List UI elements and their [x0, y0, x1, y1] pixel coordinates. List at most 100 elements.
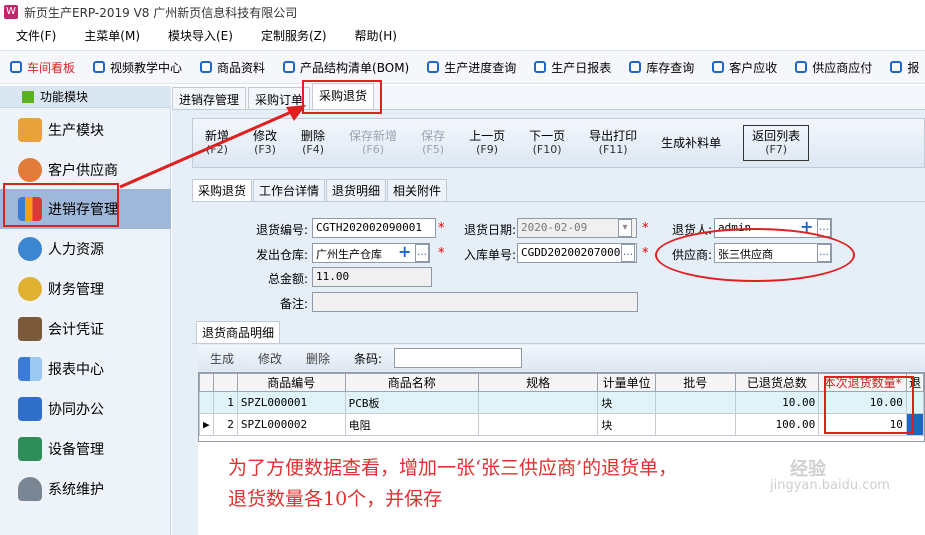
barcode-input[interactable] — [394, 348, 523, 368]
warehouse-label: 发出仓库: — [255, 248, 308, 262]
cell-spec[interactable] — [477, 413, 599, 436]
col-partial: 退 — [905, 373, 925, 392]
sidebar-item-equipment[interactable]: 设备管理 — [0, 429, 171, 469]
sidebar-item-finance[interactable]: 财务管理 — [0, 269, 171, 309]
col-no — [212, 373, 238, 392]
menu-main[interactable]: 主菜单(M) — [68, 27, 152, 44]
toolbar-daily-report[interactable]: 生产日报表 — [524, 53, 619, 81]
new-button[interactable]: 新增 (F2) — [193, 130, 241, 157]
menu-module-import[interactable]: 模块导入(E) — [152, 27, 245, 44]
tab-purchase-order[interactable]: 采购订单 — [248, 87, 311, 109]
tab-purchase-return[interactable]: 采购退货 — [312, 83, 375, 109]
subtab-return-detail[interactable]: 退货明细 — [326, 179, 387, 201]
supplier-field[interactable]: 张三供应商 — [714, 243, 832, 263]
play-icon — [22, 90, 34, 103]
cell-qty[interactable]: 10.00 — [818, 391, 907, 414]
action-shortcut: (F4) — [302, 143, 324, 156]
sidebar-item-collaboration[interactable]: 协同办公 — [0, 389, 171, 429]
select-returner-button[interactable]: … — [817, 219, 831, 237]
action-label: 修改 — [253, 129, 278, 143]
cell-code[interactable]: SPZL000001 — [236, 391, 346, 414]
board-icon — [10, 61, 22, 73]
subtab-attachments[interactable]: 相关附件 — [387, 179, 448, 201]
remark-label: 备注: — [279, 297, 308, 311]
export-print-button[interactable]: 导出打印 (F11) — [577, 130, 649, 157]
sidebar-item-label: 协同办公 — [48, 402, 104, 418]
col-returned-total[interactable]: 已退货总数 — [734, 373, 820, 392]
sidebar-item-inventory[interactable]: 进销存管理 — [0, 189, 171, 229]
table-row[interactable]: ▶ 2 SPZL000002 电阻 块 100.00 10 — [199, 413, 925, 436]
grid-generate-button[interactable]: 生成 — [198, 350, 246, 367]
inbound-no-field[interactable]: CGDD2020020700017 — [517, 243, 637, 263]
col-batch[interactable]: 批号 — [654, 373, 736, 392]
supplier-label: 供应商: — [671, 248, 712, 262]
warehouse-field[interactable]: 广州生产仓库 — [312, 243, 430, 263]
calendar-icon[interactable]: ▾ — [618, 219, 632, 237]
col-code[interactable]: 商品编号 — [236, 373, 346, 392]
sidebar-item-voucher[interactable]: 会计凭证 — [0, 309, 171, 349]
cell-batch[interactable] — [654, 413, 736, 436]
save-new-button[interactable]: 保存新增 (F6) — [337, 130, 409, 157]
sidebar-item-production[interactable]: 生产模块 — [0, 110, 171, 150]
toolbar-bom[interactable]: 产品结构清单(BOM) — [273, 53, 417, 81]
cell-qty[interactable]: 10 — [818, 413, 907, 436]
action-shortcut: (F6) — [362, 143, 385, 156]
prev-page-button[interactable]: 上一页 (F9) — [457, 130, 517, 157]
toolbar-label: 生产日报表 — [551, 60, 612, 75]
edit-button[interactable]: 修改 (F3) — [241, 129, 289, 157]
subtab-purchase-return[interactable]: 采购退货 — [192, 179, 253, 201]
toolbar-stock-query[interactable]: 库存查询 — [619, 53, 702, 81]
sidebar-item-report-center[interactable]: 报表中心 — [0, 349, 171, 389]
cell-code[interactable]: SPZL000002 — [236, 413, 346, 436]
col-spec[interactable]: 规格 — [477, 373, 599, 392]
col-name[interactable]: 商品名称 — [344, 373, 479, 392]
cell-unit[interactable]: 块 — [597, 413, 656, 436]
returner-field[interactable]: admin — [714, 218, 832, 238]
cell-name[interactable]: 电阻 — [344, 413, 479, 436]
cell-extra — [905, 391, 925, 414]
subtab-workbench[interactable]: 工作台详情 — [253, 179, 326, 201]
action-shortcut: (F9) — [476, 143, 499, 156]
select-supplier-button[interactable]: … — [817, 244, 831, 262]
cell-spec[interactable] — [477, 391, 599, 414]
users-icon — [18, 158, 42, 182]
sidebar-item-label: 系统维护 — [48, 482, 104, 498]
menu-help[interactable]: 帮助(H) — [339, 27, 409, 44]
sidebar-item-customer-supplier[interactable]: 客户供应商 — [0, 150, 171, 190]
grid-delete-button[interactable]: 删除 — [294, 350, 342, 367]
select-inbound-button[interactable]: … — [621, 244, 635, 262]
next-page-button[interactable]: 下一页 (F10) — [517, 130, 577, 157]
remark-field[interactable] — [312, 292, 638, 312]
sidebar-item-system[interactable]: 系统维护 — [0, 469, 171, 509]
grid-edit-button[interactable]: 修改 — [246, 350, 294, 367]
menu-file[interactable]: 文件(F) — [0, 27, 68, 44]
add-returner-icon[interactable]: + — [800, 218, 813, 236]
toolbar-progress-query[interactable]: 生产进度查询 — [417, 53, 524, 81]
toolbar-receivable[interactable]: 客户应收 — [702, 53, 785, 81]
toolbar-label: 视频教学中心 — [110, 60, 183, 75]
quick-toolbar: 车间看板 视频教学中心 商品资料 产品结构清单(BOM) 生产进度查询 生产日报… — [0, 50, 925, 84]
toolbar-workshop-board[interactable]: 车间看板 — [0, 53, 83, 81]
cell-unit[interactable]: 块 — [597, 391, 656, 414]
table-row[interactable]: 1 SPZL000001 PCB板 块 10.00 10.00 — [199, 391, 925, 414]
save-button[interactable]: 保存 (F5) — [409, 130, 457, 157]
sidebar-item-hr[interactable]: 人力资源 — [0, 229, 171, 269]
back-to-list-button[interactable]: 返回列表 (F7) — [743, 125, 810, 161]
cell-batch[interactable] — [654, 391, 736, 414]
progress-icon — [427, 61, 440, 73]
generate-supplement-button[interactable]: 生成补料单 — [649, 136, 733, 150]
cell-name[interactable]: PCB板 — [344, 391, 479, 414]
menu-custom-service[interactable]: 定制服务(Z) — [245, 27, 339, 44]
return-no-field[interactable]: CGTH202002090001 — [312, 218, 436, 238]
select-warehouse-button[interactable]: … — [415, 244, 429, 262]
tab-return-items[interactable]: 退货商品明细 — [196, 321, 281, 343]
toolbar-product-info[interactable]: 商品资料 — [190, 53, 273, 81]
col-return-qty[interactable]: 本次退货数量* — [818, 373, 907, 392]
toolbar-video-tutorial[interactable]: 视频教学中心 — [83, 53, 190, 81]
col-unit[interactable]: 计量单位 — [597, 373, 656, 392]
add-warehouse-icon[interactable]: + — [398, 243, 411, 261]
delete-button[interactable]: 删除 (F4) — [289, 130, 337, 157]
toolbar-report-partial[interactable]: 报 — [880, 53, 925, 81]
tab-inventory[interactable]: 进销存管理 — [172, 87, 247, 109]
toolbar-payable[interactable]: 供应商应付 — [785, 53, 880, 81]
